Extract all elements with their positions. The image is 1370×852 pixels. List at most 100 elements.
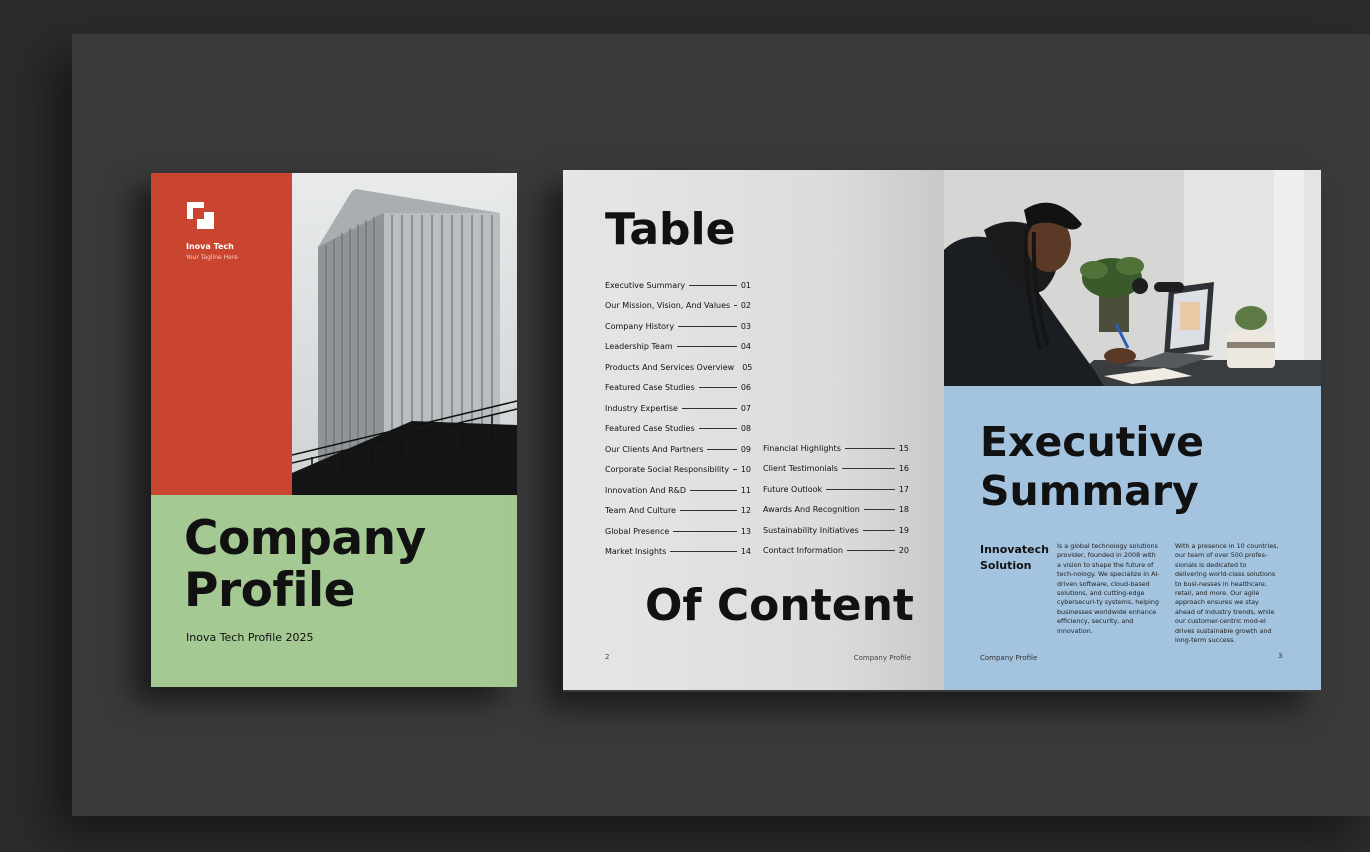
toc-entry-page: 08 xyxy=(740,424,751,433)
toc-entry-page: 03 xyxy=(740,321,751,331)
toc-entry-label: Products And Services Overview xyxy=(605,362,735,372)
toc-entry[interactable]: Market Insights 14 xyxy=(605,545,751,559)
toc-entry-page: 13 xyxy=(740,526,751,536)
toc-entry-page: 11 xyxy=(740,485,751,495)
toc-leader-line xyxy=(826,488,895,490)
toc-leader-line xyxy=(733,469,737,470)
toc-entry-page: 19 xyxy=(898,525,909,535)
executive-title-line2: Summary xyxy=(980,467,1199,515)
brand-tagline: Your Tagline Here xyxy=(186,254,238,261)
toc-entry-label: Featured Case Studies xyxy=(605,424,695,433)
toc-entry-label: Awards And Recognition xyxy=(763,505,860,514)
toc-entry-label: Featured Case Studies xyxy=(605,383,695,392)
toc-entry-label: Corporate Social Responsibility xyxy=(605,465,730,474)
toc-entry-page: 16 xyxy=(898,464,909,473)
toc-entry-page: 02 xyxy=(740,301,751,310)
toc-entry-page: 12 xyxy=(740,506,751,515)
toc-entry-page: 20 xyxy=(898,546,909,555)
toc-entry-page: 07 xyxy=(740,403,751,413)
toc-entry[interactable]: Company History 03 xyxy=(605,319,751,333)
toc-entry[interactable]: Industry Expertise 07 xyxy=(605,401,751,415)
page-number-left: 2 xyxy=(605,653,610,661)
toc-entry-label: Executive Summary xyxy=(605,280,686,290)
page-footer-left: Company Profile xyxy=(853,654,911,662)
toc-entry-page: 01 xyxy=(740,280,751,290)
page-number-right: 3 xyxy=(1278,652,1283,660)
cover-red-panel: Inova Tech Your Tagline Here xyxy=(151,173,292,495)
toc-leader-line xyxy=(844,447,895,449)
toc-footer-heading: Of Content xyxy=(645,580,914,631)
toc-entry[interactable]: Products And Services Overview 05 xyxy=(605,360,753,374)
executive-subheading-line2: Solution xyxy=(980,559,1032,572)
toc-entry-label: Company History xyxy=(605,321,675,331)
toc-entry[interactable]: Global Presence 13 xyxy=(605,524,751,538)
toc-entry-label: Industry Expertise xyxy=(605,403,678,413)
toc-entry-label: Client Testimonials xyxy=(763,464,838,473)
toc-leader-line xyxy=(690,489,737,491)
toc-entry[interactable]: Future Outlook 17 xyxy=(763,482,909,496)
toc-entry[interactable]: Team And Culture 12 xyxy=(605,504,751,518)
toc-entry[interactable]: Leadership Team 04 xyxy=(605,340,751,354)
toc-leader-line xyxy=(676,346,737,347)
toc-entry-label: Financial Highlights xyxy=(763,443,841,453)
cover-title: Company Profile xyxy=(184,513,426,617)
toc-leader-line xyxy=(698,387,737,388)
toc-leader-line xyxy=(846,550,895,551)
brand-name: Inova Tech xyxy=(186,242,234,251)
toc-leader-line xyxy=(689,284,737,286)
toc-entry-label: Our Clients And Partners xyxy=(605,444,704,454)
toc-entry-page: 17 xyxy=(898,484,909,494)
toc-entry-page: 14 xyxy=(740,547,751,556)
toc-entry-page: 04 xyxy=(740,342,751,351)
toc-entry-label: Team And Culture xyxy=(605,506,676,515)
executive-subheading-line1: Innovatech xyxy=(980,543,1049,556)
toc-leader-line xyxy=(679,510,737,511)
executive-text-column-1: Is a global technology solutions provide… xyxy=(1057,542,1160,635)
toc-entry-page: 15 xyxy=(898,443,909,453)
executive-subheading: Innovatech Solution xyxy=(980,542,1050,574)
toc-entry[interactable]: Featured Case Studies 06 xyxy=(605,381,751,395)
toc-entry-label: Innovation And R&D xyxy=(605,485,687,495)
toc-entry[interactable]: Our Mission, Vision, And Values 02 xyxy=(605,299,751,313)
toc-leader-line xyxy=(863,509,895,510)
toc-entry-page: 05 xyxy=(742,362,753,372)
toc-entry-label: Our Mission, Vision, And Values xyxy=(605,301,731,310)
toc-entry-label: Future Outlook xyxy=(763,484,823,494)
toc-entry-page: 18 xyxy=(898,505,909,514)
toc-entry[interactable]: Executive Summary 01 xyxy=(605,278,751,292)
toc-entry-page: 09 xyxy=(740,444,751,454)
toc-entry[interactable]: Awards And Recognition 18 xyxy=(763,503,909,517)
toc-entry-label: Sustainability Initiatives xyxy=(763,525,859,535)
toc-leader-line xyxy=(707,448,737,450)
woman-writing-photo xyxy=(944,170,1321,386)
toc-leader-line xyxy=(734,305,737,306)
toc-leader-line xyxy=(698,428,737,429)
toc-leader-line xyxy=(670,551,737,552)
toc-entry[interactable]: Contact Information 20 xyxy=(763,544,909,558)
toc-entry[interactable]: Corporate Social Responsibility 10 xyxy=(605,463,751,477)
cover-title-line1: Company xyxy=(184,511,426,566)
toc-entry-label: Global Presence xyxy=(605,526,670,536)
toc-entry[interactable]: Our Clients And Partners 09 xyxy=(605,442,751,456)
executive-title: Executive Summary xyxy=(980,418,1204,516)
toc-entry[interactable]: Financial Highlights 15 xyxy=(763,441,909,455)
cover-title-line2: Profile xyxy=(184,563,355,618)
toc-leader-line xyxy=(673,530,737,532)
executive-text-column-2: With a presence in 10 countries, our tea… xyxy=(1175,542,1279,645)
toc-page: Table Executive Summary 01 Our Mission, Vi… xyxy=(563,170,944,690)
toc-entry[interactable]: Sustainability Initiatives 19 xyxy=(763,523,909,537)
toc-leader-line xyxy=(841,468,895,469)
toc-entry-page: 06 xyxy=(740,383,751,392)
toc-leader-line xyxy=(862,529,895,531)
toc-entry[interactable]: Innovation And R&D 11 xyxy=(605,483,751,497)
page-footer-right: Company Profile xyxy=(980,654,1038,662)
brochure-spread: Table Executive Summary 01 Our Mission, Vi… xyxy=(563,170,1321,692)
toc-entry[interactable]: Featured Case Studies 08 xyxy=(605,422,751,436)
executive-title-line1: Executive xyxy=(980,418,1204,466)
cover-building-photo xyxy=(292,173,517,495)
toc-entry-label: Contact Information xyxy=(763,546,843,555)
executive-summary-page: Executive Summary Innovatech Solution Is… xyxy=(944,170,1321,690)
toc-heading: Table xyxy=(605,204,736,255)
logo-icon xyxy=(187,202,214,229)
toc-entry[interactable]: Client Testimonials 16 xyxy=(763,462,909,476)
